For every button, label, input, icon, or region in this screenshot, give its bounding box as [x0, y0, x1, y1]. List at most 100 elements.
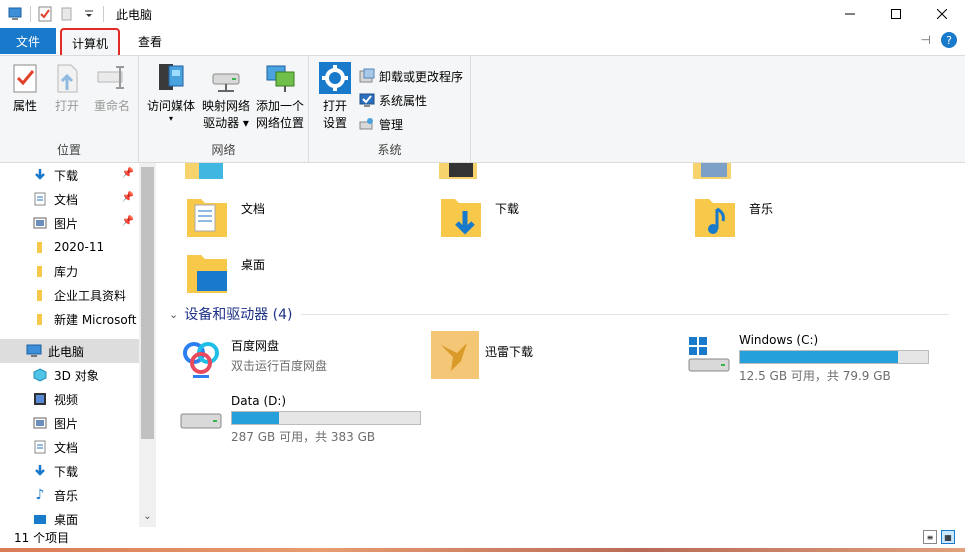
- customize-dropdown-icon[interactable]: [81, 6, 97, 22]
- device-baidu-netdisk[interactable]: 百度网盘 双击运行百度网盘: [177, 333, 327, 381]
- nav-item-3d-objects[interactable]: 3D 对象: [0, 363, 156, 387]
- videos-folder-icon[interactable]: [439, 163, 479, 183]
- nav-item-pictures-quick[interactable]: 图片 📌: [0, 211, 156, 235]
- group-label-location: 位置: [56, 143, 81, 157]
- documents-folder-icon: [187, 199, 227, 237]
- open-settings-label-1: 打开: [322, 99, 347, 113]
- details-view-icon[interactable]: ≡: [923, 530, 937, 544]
- help-icon[interactable]: ?: [941, 32, 957, 48]
- manage-icon: [359, 118, 373, 130]
- folder-desktop[interactable]: 桌面: [183, 249, 265, 297]
- folder-documents[interactable]: 文档: [183, 193, 265, 241]
- device-info: 迅雷下载: [485, 335, 533, 363]
- ribbon-tab-tools: ⊣ ?: [921, 32, 957, 48]
- settings-gear-icon: [319, 62, 351, 94]
- nav-scrollbar-thumb[interactable]: [141, 167, 154, 439]
- access-media-dropdown-icon: ▾: [168, 114, 173, 123]
- drive-windows-c[interactable]: Windows (C:) 12.5 GB 可用，共 79.9 GB: [685, 329, 929, 384]
- drive-usage-fill: [740, 351, 898, 363]
- tab-computer[interactable]: 计算机: [60, 28, 121, 58]
- maximize-button[interactable]: [873, 0, 919, 28]
- baidu-netdisk-icon: [179, 335, 223, 379]
- device-xunlei-download[interactable]: 迅雷下载: [431, 331, 533, 379]
- device-description: 双击运行百度网盘: [231, 359, 328, 373]
- tab-file[interactable]: 文件: [0, 28, 56, 54]
- content-pane: 文档 下载 音乐 桌面 ⌄ 设备和驱动器 (4) 百度网盘 双击运行百度网盘 迅…: [157, 163, 965, 527]
- nav-item-folder-enterprise-tools[interactable]: 企业工具资料: [0, 283, 156, 307]
- nav-item-documents[interactable]: 文档: [0, 435, 156, 459]
- uninstall-programs-button[interactable]: 卸载或更改程序: [359, 64, 463, 88]
- tab-view[interactable]: 查看: [124, 28, 176, 54]
- nav-item-music[interactable]: ♪ 音乐: [0, 483, 156, 507]
- nav-item-label: 企业工具资料: [54, 288, 127, 303]
- nav-item-label: 此电脑: [48, 344, 85, 359]
- drive-free-space: 12.5 GB 可用，共 79.9 GB: [739, 369, 891, 383]
- maximize-icon: [891, 9, 901, 19]
- add-network-location-label-1: 添加一个: [255, 99, 304, 113]
- nav-item-videos[interactable]: 视频: [0, 387, 156, 411]
- nav-item-pictures[interactable]: 图片: [0, 411, 156, 435]
- device-name: 迅雷下载: [485, 345, 534, 359]
- scroll-down-arrow-icon[interactable]: ⌄: [139, 511, 156, 525]
- tiles-view-icon[interactable]: ▦: [941, 530, 955, 544]
- nav-item-label: 视频: [54, 392, 79, 407]
- pin-icon[interactable]: 📌: [122, 192, 134, 203]
- drive-free-space: 287 GB 可用，共 383 GB: [231, 430, 376, 444]
- 3d-objects-folder-icon[interactable]: [185, 163, 225, 183]
- group-label-network: 网络: [211, 143, 236, 157]
- music-note-icon: ♪: [35, 487, 45, 503]
- status-bar: 11 个项目 ≡ ▦: [0, 527, 965, 548]
- rename-icon: [97, 66, 124, 89]
- pictures-folder-icon[interactable]: [693, 163, 733, 183]
- media-server-icon: [159, 64, 184, 90]
- window-title: 此电脑: [116, 7, 153, 22]
- close-icon: [937, 9, 947, 19]
- nav-item-downloads-quick[interactable]: 下载 📌: [0, 163, 156, 187]
- nav-item-documents-quick[interactable]: 文档 📌: [0, 187, 156, 211]
- nav-item-label: 下载: [54, 464, 79, 479]
- rename-label: 重命名: [93, 99, 130, 113]
- pin-icon[interactable]: 📌: [122, 168, 134, 179]
- nav-item-folder-kuli[interactable]: 库力: [0, 259, 156, 283]
- nav-item-folder-new-microsoft[interactable]: 新建 Microsoft: [0, 307, 156, 331]
- collapse-chevron-icon[interactable]: ⌄: [169, 308, 178, 321]
- open-icon: [57, 64, 78, 93]
- ribbon-pin-icon[interactable]: ⊣: [921, 33, 931, 47]
- computer-icon: [26, 343, 42, 359]
- ribbon-group-location: 属性 打开 重命名 位置: [0, 56, 139, 162]
- computer-icon[interactable]: [8, 6, 24, 22]
- nav-item-label: 文档: [54, 440, 79, 455]
- nav-item-folder-2020-11[interactable]: 2020-11: [0, 235, 156, 259]
- nav-item-label: 音乐: [54, 488, 79, 503]
- manage-button[interactable]: 管理: [359, 112, 463, 136]
- device-name: 百度网盘: [231, 339, 280, 353]
- network-drive-icon: [212, 73, 240, 92]
- picture-icon: [32, 415, 48, 431]
- new-folder-icon[interactable]: [59, 6, 75, 22]
- folder-music[interactable]: 音乐: [691, 193, 773, 241]
- folder-downloads[interactable]: 下载: [437, 193, 519, 241]
- xunlei-download-icon: [431, 331, 479, 379]
- ribbon-group-network: 访问媒体 ▾ 映射网络 驱动器 ▾ 添加一个 网络位置 网络: [139, 56, 309, 162]
- pin-icon[interactable]: 📌: [122, 216, 134, 227]
- folder-name: 下载: [495, 202, 520, 216]
- toolbar-separator: [30, 6, 31, 22]
- system-properties-button[interactable]: 系统属性: [359, 88, 463, 112]
- drive-data-d[interactable]: Data (D:) 287 GB 可用，共 383 GB: [177, 390, 421, 445]
- devices-section-header[interactable]: ⌄ 设备和驱动器 (4): [169, 304, 949, 324]
- access-media-label: 访问媒体: [146, 99, 195, 113]
- nav-item-label: 新建 Microsoft: [54, 312, 137, 327]
- nav-item-label: 图片: [54, 416, 79, 431]
- open-label: 打开: [54, 99, 79, 113]
- drive-info: Data (D:) 287 GB 可用，共 383 GB: [231, 394, 421, 445]
- properties-icon[interactable]: [37, 6, 53, 22]
- map-network-drive-label-2-text: 驱动器: [203, 116, 240, 130]
- nav-scrollbar[interactable]: ⌄: [139, 163, 156, 527]
- minimize-button[interactable]: [827, 0, 873, 28]
- toolbar-separator: [103, 6, 104, 22]
- drive-usage-bar: [231, 411, 421, 425]
- nav-item-this-pc[interactable]: 此电脑: [0, 339, 156, 363]
- nav-item-desktop[interactable]: 桌面: [0, 507, 156, 527]
- close-button[interactable]: [919, 0, 965, 28]
- nav-item-downloads[interactable]: 下载: [0, 459, 156, 483]
